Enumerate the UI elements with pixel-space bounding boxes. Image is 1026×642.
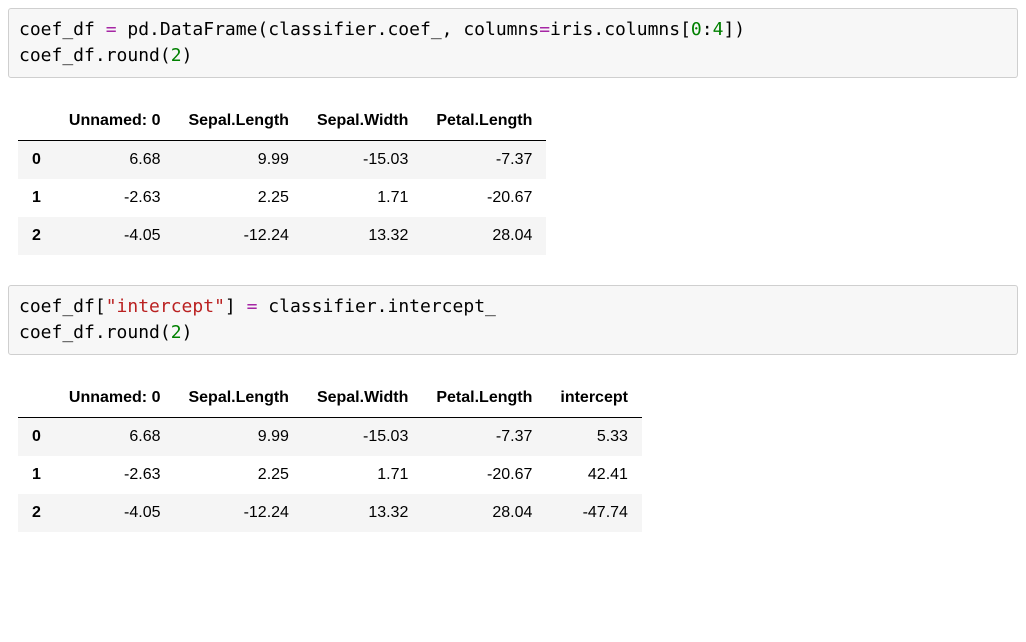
code-operator: = [106, 19, 117, 40]
cell: 9.99 [174, 418, 302, 457]
code-operator: = [539, 19, 550, 40]
column-header: Petal.Length [422, 379, 546, 418]
cell: -47.74 [546, 494, 642, 532]
row-index: 0 [18, 141, 55, 180]
column-header: Sepal.Width [303, 102, 422, 141]
code-colon: : [702, 19, 713, 40]
row-index: 0 [18, 418, 55, 457]
row-index: 2 [18, 494, 55, 532]
table-row: 0 6.68 9.99 -15.03 -7.37 5.33 [18, 418, 642, 457]
code-text: ) [182, 322, 193, 343]
column-header: Unnamed: 0 [55, 102, 175, 141]
table-header-row: Unnamed: 0 Sepal.Length Sepal.Width Peta… [18, 102, 546, 141]
column-header: Sepal.Length [174, 102, 302, 141]
table-header-row: Unnamed: 0 Sepal.Length Sepal.Width Peta… [18, 379, 642, 418]
dataframe-output-2: Unnamed: 0 Sepal.Length Sepal.Width Peta… [18, 379, 642, 532]
row-index: 1 [18, 456, 55, 494]
table-row: 2 -4.05 -12.24 13.32 28.04 -47.74 [18, 494, 642, 532]
column-header: Sepal.Width [303, 379, 422, 418]
cell: 2.25 [174, 456, 302, 494]
cell: -12.24 [174, 217, 302, 255]
table-row: 1 -2.63 2.25 1.71 -20.67 42.41 [18, 456, 642, 494]
code-text: ) [182, 45, 193, 66]
code-text: iris.columns[ [550, 19, 691, 40]
cell: 28.04 [422, 494, 546, 532]
cell: -7.37 [422, 418, 546, 457]
cell: -20.67 [422, 179, 546, 217]
code-number: 2 [171, 322, 182, 343]
cell: 1.71 [303, 179, 422, 217]
code-text: coef_df[ [19, 296, 106, 317]
cell: 13.32 [303, 217, 422, 255]
cell: 28.04 [422, 217, 546, 255]
cell: -20.67 [422, 456, 546, 494]
cell: 6.68 [55, 418, 175, 457]
cell: -2.63 [55, 179, 175, 217]
table-row: 0 6.68 9.99 -15.03 -7.37 [18, 141, 546, 180]
cell: 5.33 [546, 418, 642, 457]
column-header: Sepal.Length [174, 379, 302, 418]
code-text: pd.DataFrame(classifier.coef_, columns [117, 19, 540, 40]
cell: -4.05 [55, 217, 175, 255]
index-header [18, 379, 55, 418]
cell: -15.03 [303, 141, 422, 180]
cell: -15.03 [303, 418, 422, 457]
cell: 13.32 [303, 494, 422, 532]
code-operator: = [247, 296, 258, 317]
cell: -7.37 [422, 141, 546, 180]
code-number: 0 [691, 19, 702, 40]
column-header: intercept [546, 379, 642, 418]
column-header: Petal.Length [422, 102, 546, 141]
column-header: Unnamed: 0 [55, 379, 175, 418]
dataframe-output-1: Unnamed: 0 Sepal.Length Sepal.Width Peta… [18, 102, 546, 255]
cell: -4.05 [55, 494, 175, 532]
cell: 6.68 [55, 141, 175, 180]
code-number: 4 [713, 19, 724, 40]
row-index: 1 [18, 179, 55, 217]
cell: 9.99 [174, 141, 302, 180]
cell: -12.24 [174, 494, 302, 532]
index-header [18, 102, 55, 141]
code-text: coef_df [19, 19, 106, 40]
cell: 42.41 [546, 456, 642, 494]
cell: -2.63 [55, 456, 175, 494]
code-cell-2[interactable]: coef_df["intercept"] = classifier.interc… [8, 285, 1018, 355]
cell: 2.25 [174, 179, 302, 217]
row-index: 2 [18, 217, 55, 255]
code-text: ] [225, 296, 247, 317]
code-string: "intercept" [106, 296, 225, 317]
code-number: 2 [171, 45, 182, 66]
code-cell-1[interactable]: coef_df = pd.DataFrame(classifier.coef_,… [8, 8, 1018, 78]
table-row: 2 -4.05 -12.24 13.32 28.04 [18, 217, 546, 255]
table-row: 1 -2.63 2.25 1.71 -20.67 [18, 179, 546, 217]
cell: 1.71 [303, 456, 422, 494]
